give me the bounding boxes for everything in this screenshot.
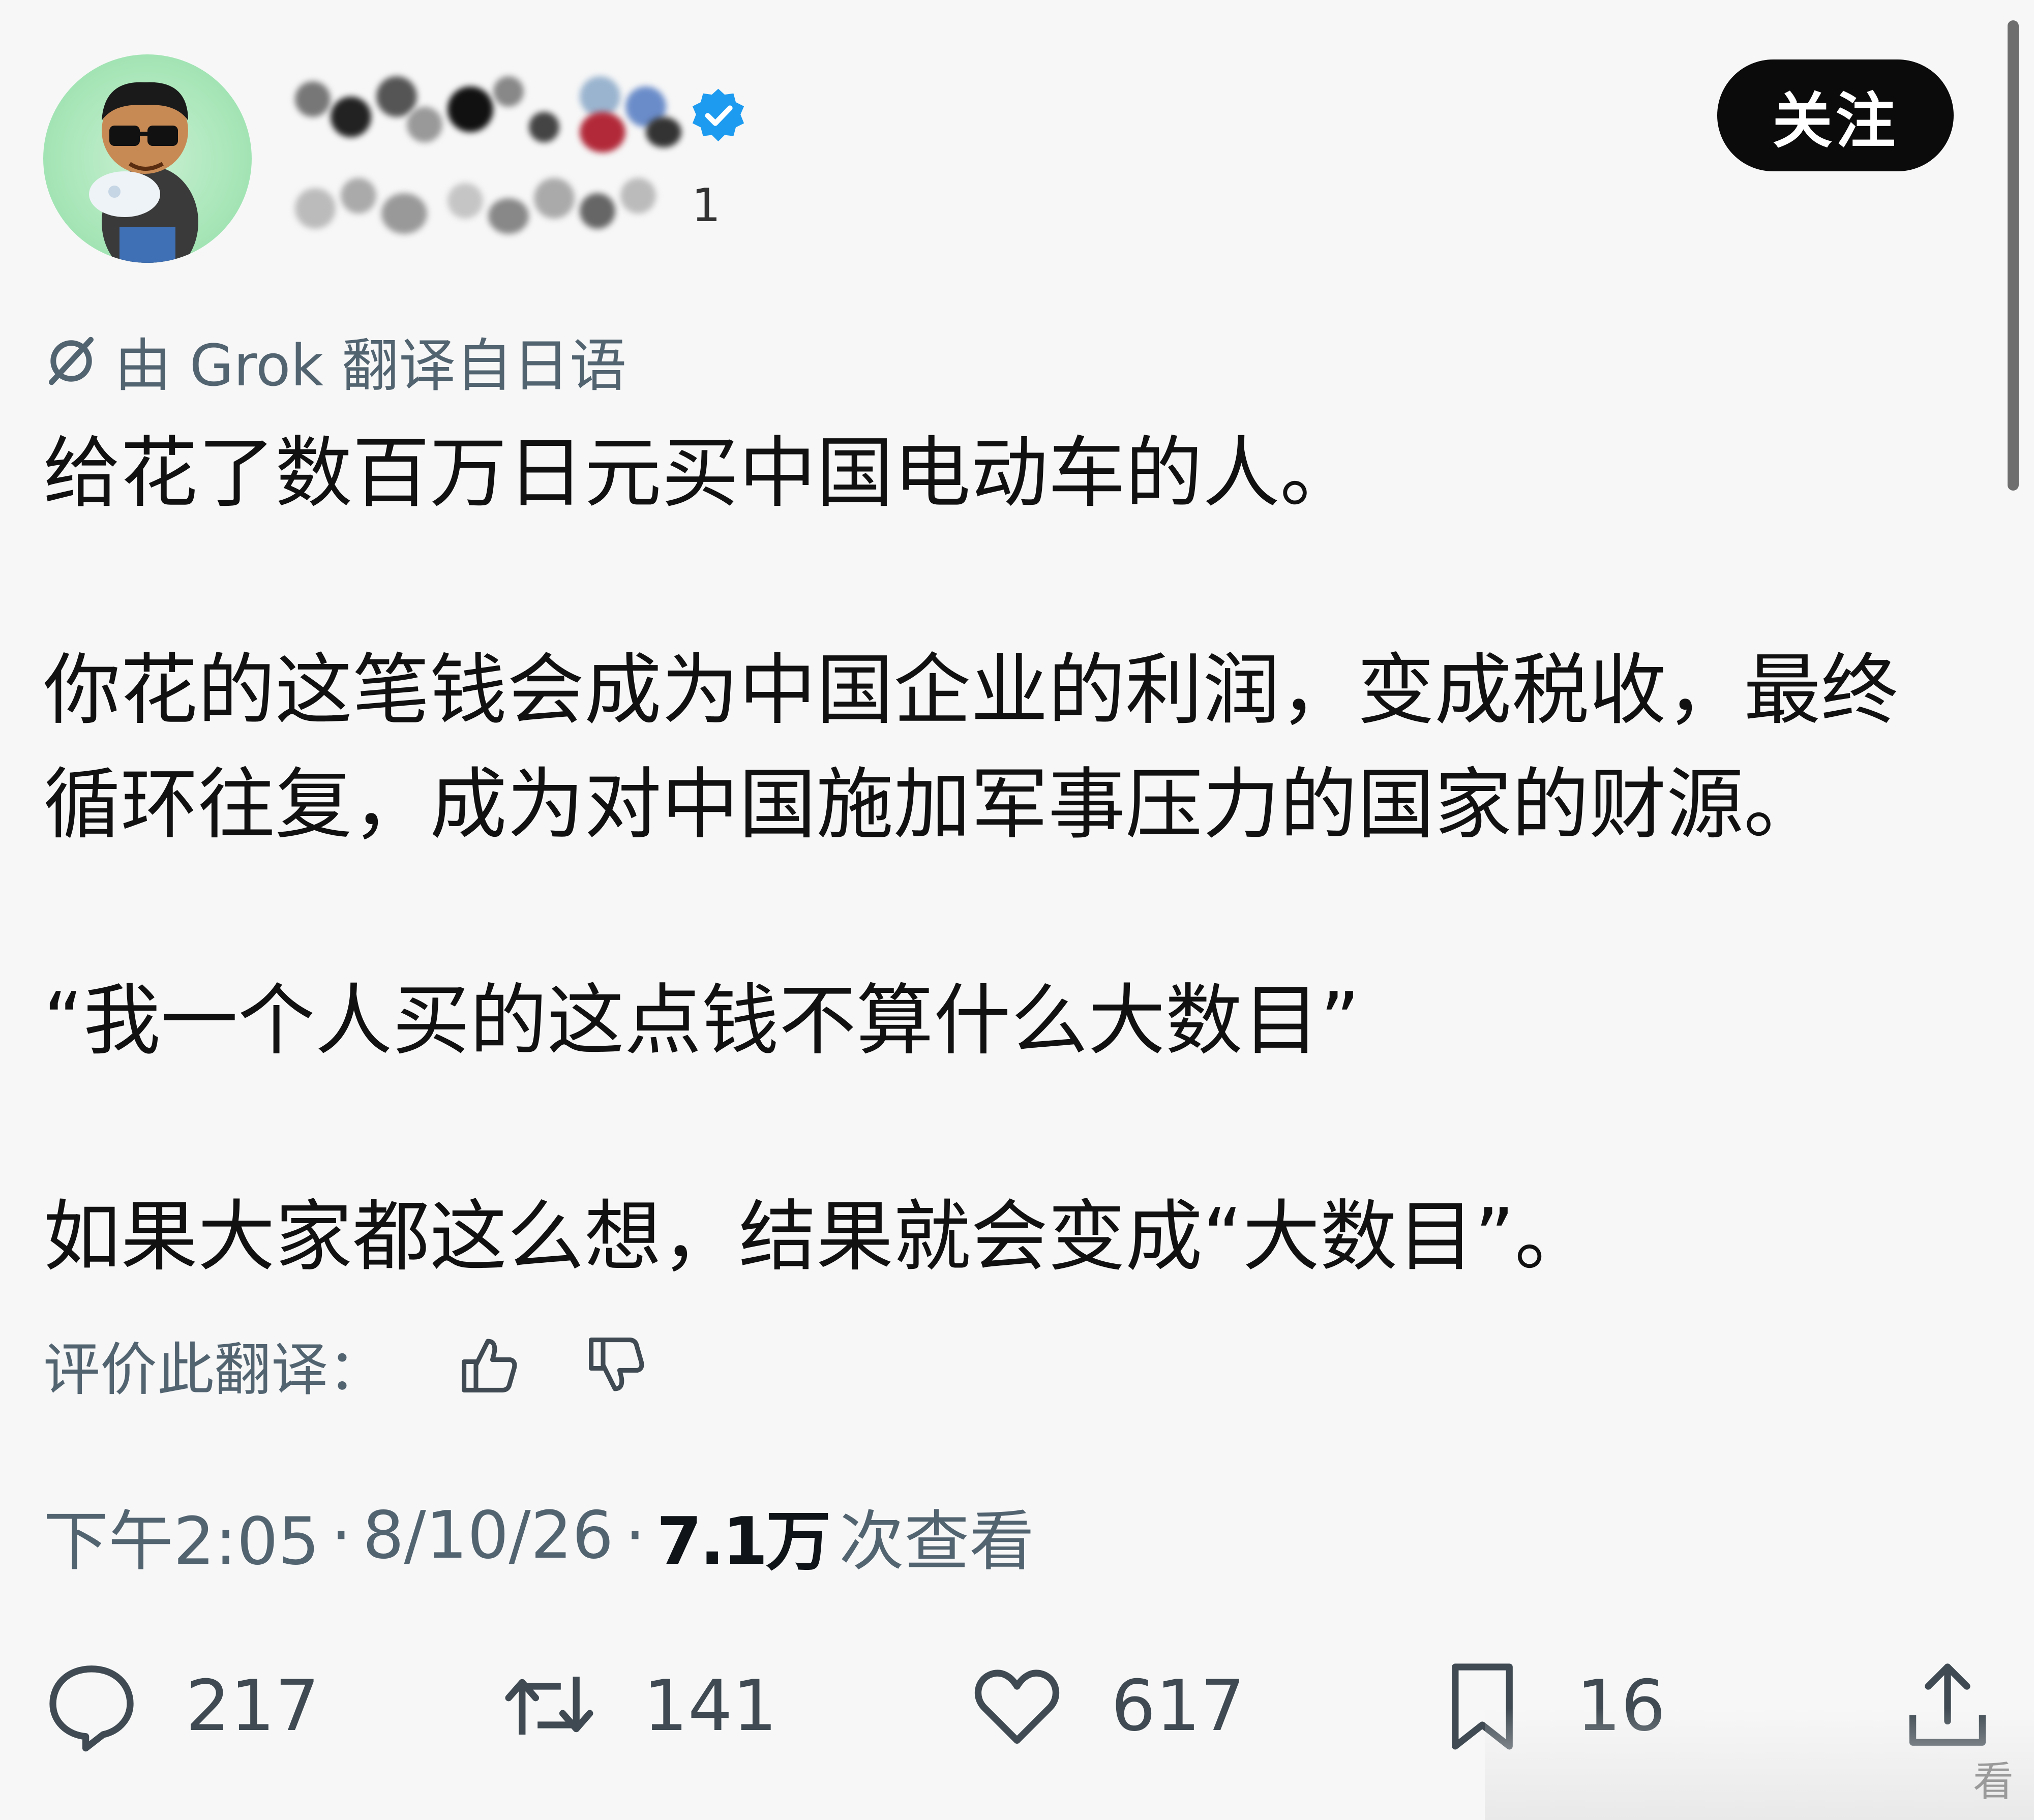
post-paragraph: “我一个人买的这点钱不算什么大数目” — [43, 976, 1360, 1066]
retweet-icon — [505, 1677, 593, 1735]
rate-translation-label: 评价此翻译： — [43, 1337, 385, 1403]
thumbs-down-icon[interactable] — [583, 1332, 649, 1398]
translation-note[interactable]: 由 Grok 翻译自日语 — [43, 325, 626, 399]
heart-icon — [974, 1670, 1060, 1744]
display-name-redacted[interactable] — [295, 76, 712, 153]
translation-note-text: 由 Grok 翻译自日语 — [114, 333, 626, 399]
scrollbar-thumb[interactable] — [2008, 20, 2019, 491]
reply-count: 217 — [186, 1664, 320, 1747]
follow-button[interactable]: 关注 — [1717, 59, 1954, 171]
rate-translation-row: 评价此翻译： — [43, 1327, 710, 1403]
watermark-text: 看 — [1973, 1758, 2014, 1805]
like-button[interactable]: 617 — [969, 1655, 1245, 1756]
like-count: 617 — [1111, 1664, 1245, 1747]
views-count: 7.1万 — [656, 1503, 831, 1580]
meta-separator: · — [624, 1497, 646, 1573]
post-paragraph: 给花了数百万日元买中国电动车的人。 — [43, 428, 1357, 518]
post-meta: 下午2:05 · 8/10/26 · 7.1万 次查看 — [43, 1492, 1034, 1580]
meta-separator: · — [331, 1497, 352, 1573]
avatar-illustration — [89, 82, 198, 263]
post-date[interactable]: 8/10/26 — [363, 1498, 613, 1573]
reply-button[interactable]: 217 — [43, 1655, 319, 1756]
reply-icon — [49, 1665, 134, 1752]
post-paragraph: 你花的这笔钱会成为中国企业的利润，变成税收，最终 循环往复，成为对中国施加军事压… — [43, 645, 1898, 850]
post-time[interactable]: 下午2:05 — [43, 1489, 319, 1583]
grok-logo-icon — [49, 337, 94, 385]
avatar[interactable] — [43, 54, 252, 263]
retweet-count: 141 — [643, 1664, 777, 1747]
thumbs-up-icon[interactable] — [456, 1332, 522, 1398]
username-handle-redacted[interactable] — [295, 173, 712, 244]
bottom-fade-overlay — [1485, 1708, 2034, 1820]
views-label: 次查看 — [839, 1503, 1035, 1580]
post-paragraph: 如果大家都这么想，结果就会变成“大数目”。 — [43, 1192, 1592, 1282]
retweet-button[interactable]: 141 — [501, 1655, 777, 1756]
verified-badge-icon — [689, 86, 747, 145]
username-handle-tail: 1 — [692, 179, 721, 232]
